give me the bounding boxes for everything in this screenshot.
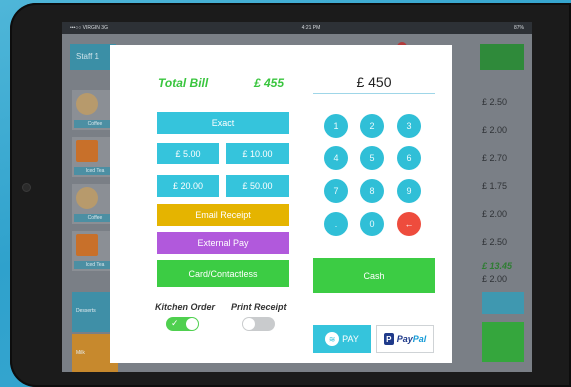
iced-tea-thumbnail: [76, 234, 98, 256]
keypad-decimal-button[interactable]: .: [324, 212, 348, 236]
quick-amount-button[interactable]: £ 50.00: [226, 175, 289, 197]
order-line-price: £ 2.00: [482, 209, 508, 219]
keypad-3-button[interactable]: 3: [397, 114, 421, 138]
order-line-price: £ 1.75: [482, 181, 508, 191]
exact-button[interactable]: Exact: [157, 112, 289, 134]
check-icon: ✓: [171, 318, 179, 328]
samsung-pay-icon: ≋: [325, 332, 340, 346]
backspace-button[interactable]: ←: [397, 212, 421, 236]
status-bar: •••○○ VIRGIN 3G 4:21 PM 87%: [62, 22, 532, 34]
print-receipt-toggle[interactable]: [242, 317, 275, 331]
paypal-label: PayPal: [397, 334, 427, 344]
battery-level: 87%: [513, 25, 524, 31]
paypal-label-light: Pal: [412, 334, 427, 344]
keypad-2-button[interactable]: 2: [360, 114, 384, 138]
order-line-price: £ 2.50: [482, 237, 508, 247]
order-line-price: £ 2.70: [482, 153, 508, 163]
coffee-thumbnail: [76, 187, 98, 209]
order-line-price: £ 2.00: [482, 125, 508, 135]
samsung-pay-button[interactable]: ≋ PAY: [313, 325, 371, 353]
keypad-5-button[interactable]: 5: [360, 146, 384, 170]
keypad-6-button[interactable]: 6: [397, 146, 421, 170]
external-pay-button[interactable]: External Pay: [157, 232, 289, 254]
order-line-price: £ 2.50: [482, 97, 508, 107]
kitchen-order-toggle[interactable]: ✓: [166, 317, 199, 331]
desserts-label: Desserts: [76, 308, 96, 314]
paypal-label-dark: Pay: [396, 334, 413, 344]
side-button: [482, 322, 524, 362]
keypad-1-button[interactable]: 1: [324, 114, 348, 138]
milk-label: Milk: [76, 350, 85, 356]
quick-amount-button[interactable]: £ 10.00: [226, 143, 289, 164]
quick-amount-button[interactable]: £ 5.00: [157, 143, 219, 164]
keypad-4-button[interactable]: 4: [324, 146, 348, 170]
cash-button[interactable]: Cash: [313, 258, 435, 293]
staff-label: Staff 1: [76, 52, 99, 61]
side-button: [482, 292, 524, 314]
print-receipt-label: Print Receipt: [231, 302, 287, 312]
paypal-button[interactable]: P PayPal: [376, 325, 434, 353]
header-action: [480, 44, 524, 70]
keypad-9-button[interactable]: 9: [397, 179, 421, 203]
order-total: £ 13.45: [482, 261, 513, 271]
total-bill-value: £ 455: [254, 76, 285, 90]
tendered-amount-field[interactable]: £ 450: [313, 72, 435, 94]
keypad-8-button[interactable]: 8: [360, 179, 384, 203]
card-contactless-button[interactable]: Card/Contactless: [157, 260, 289, 287]
keypad-7-button[interactable]: 7: [324, 179, 348, 203]
order-line-price: £ 2.00: [482, 274, 508, 284]
clock: 4:21 PM: [301, 25, 321, 31]
email-receipt-button[interactable]: Email Receipt: [157, 204, 289, 226]
toggle-knob: [243, 318, 255, 330]
paypal-icon: P: [383, 333, 394, 345]
tablet-camera: [22, 183, 31, 192]
iced-tea-thumbnail: [76, 140, 98, 162]
toggle-knob: [186, 318, 198, 330]
payment-dialog: Total Bill £ 455 £ 450 Exact £ 5.00 £ 10…: [110, 45, 452, 363]
keypad-0-button[interactable]: 0: [360, 212, 384, 236]
total-bill-label: Total Bill: [158, 76, 209, 90]
quick-amount-button[interactable]: £ 20.00: [157, 175, 219, 197]
carrier-label: •••○○ VIRGIN 3G: [70, 25, 108, 31]
tablet-screen: •••○○ VIRGIN 3G 4:21 PM 87% Staff 1 Coff…: [62, 22, 532, 372]
samsung-pay-label: PAY: [342, 334, 359, 344]
kitchen-order-label: Kitchen Order: [155, 302, 216, 312]
coffee-thumbnail: [76, 93, 98, 115]
